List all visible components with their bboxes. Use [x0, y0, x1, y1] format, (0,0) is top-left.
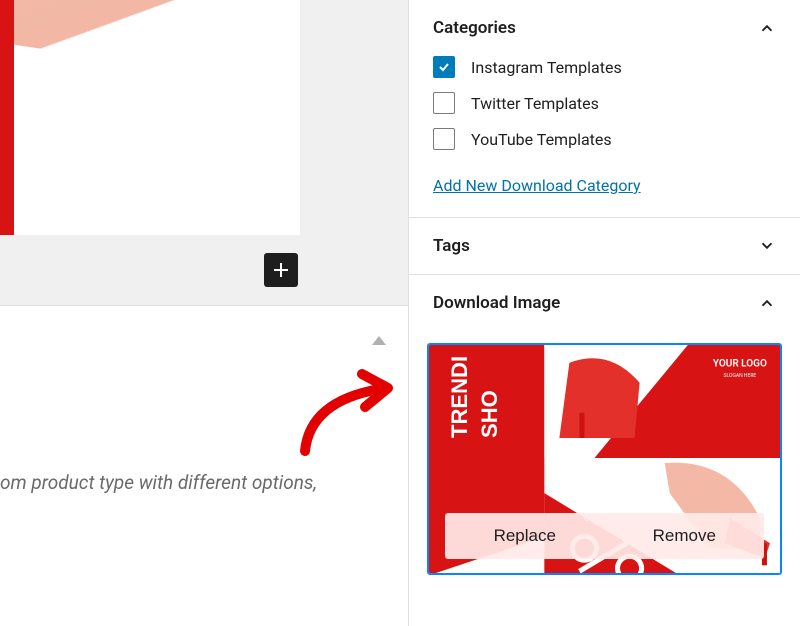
collapse-toggle-icon[interactable]: [372, 336, 386, 345]
arm-photo-decoration: [14, 0, 234, 64]
download-image-title: Download Image: [433, 293, 560, 313]
svg-text:TRENDI: TRENDI: [447, 356, 472, 438]
download-image-panel: Download Image: [409, 275, 800, 593]
svg-text:YOUR LOGO: YOUR LOGO: [713, 359, 767, 370]
category-option[interactable]: Twitter Templates: [433, 92, 776, 114]
tags-panel-header[interactable]: Tags: [409, 218, 800, 274]
tags-title: Tags: [433, 236, 470, 256]
replace-image-button[interactable]: Replace: [445, 513, 605, 559]
annotation-arrow-icon: [290, 361, 400, 461]
product-type-description: om product type with different options,: [0, 471, 317, 494]
plus-icon: [271, 260, 291, 280]
lower-editor-area: om product type with different options,: [0, 305, 408, 626]
check-icon: [437, 60, 451, 74]
hero-image-block[interactable]: [0, 0, 300, 235]
featured-image-preview[interactable]: TRENDI SHO YOUR LOGO SLOGAN HERE GET UPT…: [427, 343, 782, 575]
checkbox-unchecked[interactable]: [433, 128, 455, 150]
editor-canvas[interactable]: [0, 0, 408, 305]
add-category-link[interactable]: Add New Download Category: [433, 176, 641, 195]
download-image-panel-header[interactable]: Download Image: [409, 275, 800, 331]
category-label: Twitter Templates: [471, 94, 599, 113]
red-stripe-decoration: [0, 0, 14, 235]
chevron-down-icon: [758, 237, 776, 255]
categories-panel-header[interactable]: Categories: [409, 0, 800, 56]
chevron-up-icon: [758, 19, 776, 37]
image-action-bar: Replace Remove: [445, 513, 764, 559]
categories-title: Categories: [433, 18, 516, 38]
categories-panel: Categories Instagram Templates Twitter T…: [409, 0, 800, 218]
category-option[interactable]: YouTube Templates: [433, 128, 776, 150]
category-label: Instagram Templates: [471, 58, 622, 77]
svg-text:SHO: SHO: [477, 390, 502, 438]
checkbox-unchecked[interactable]: [433, 92, 455, 114]
chevron-up-icon: [758, 294, 776, 312]
add-block-button[interactable]: [264, 253, 298, 287]
category-label: YouTube Templates: [471, 130, 612, 149]
category-option[interactable]: Instagram Templates: [433, 56, 776, 78]
remove-image-button[interactable]: Remove: [605, 513, 765, 559]
settings-sidebar: Categories Instagram Templates Twitter T…: [408, 0, 800, 626]
checkbox-checked[interactable]: [433, 56, 455, 78]
svg-text:SLOGAN HERE: SLOGAN HERE: [724, 373, 757, 379]
tags-panel: Tags: [409, 218, 800, 275]
